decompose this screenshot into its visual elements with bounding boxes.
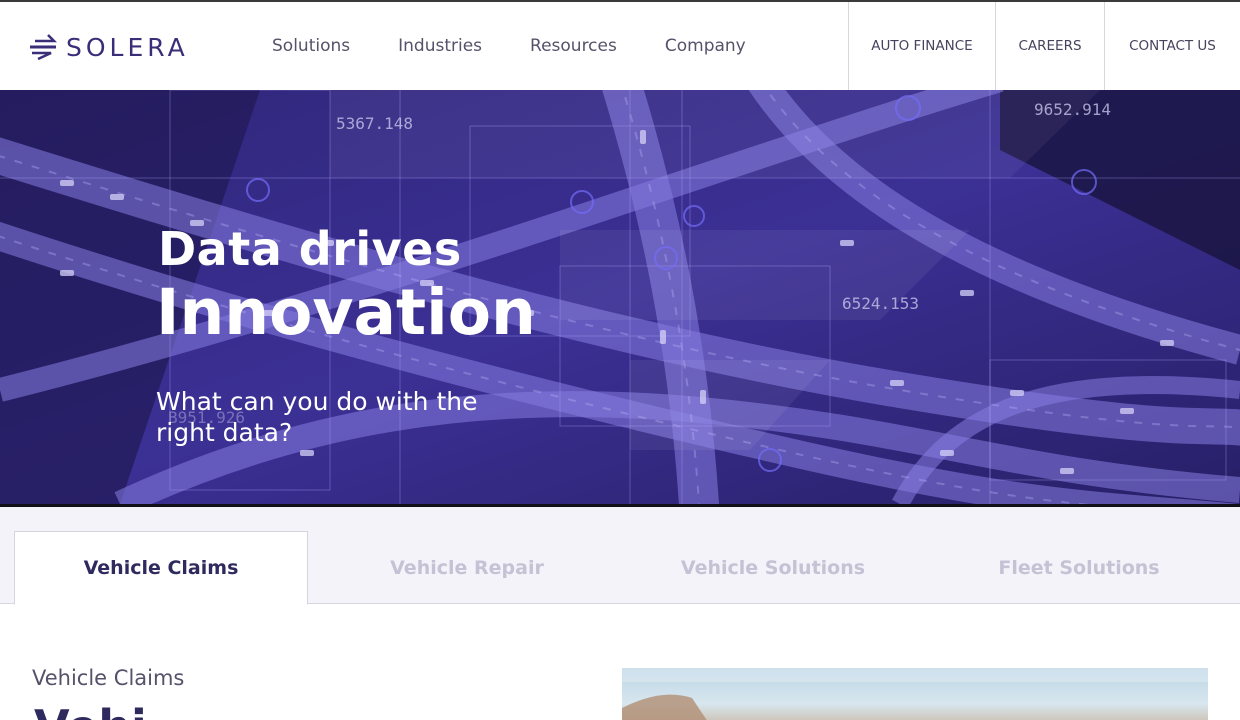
solera-logo-icon — [30, 34, 58, 60]
solera-logo[interactable]: SOLERA — [28, 32, 189, 62]
nav-solutions[interactable]: Solutions — [272, 36, 350, 56]
brand-name: SOLERA — [66, 32, 189, 62]
overlay-number: 9652.914 — [1034, 100, 1112, 119]
hero-banner: 5367.148 9652.914 6524.153 B951.926 Data… — [0, 90, 1240, 504]
tab-vehicle-claims[interactable]: Vehicle Claims — [14, 531, 308, 605]
nav-industries[interactable]: Industries — [398, 36, 482, 56]
nav-auto-finance[interactable]: AUTO FINANCE — [848, 2, 995, 90]
nav-company[interactable]: Company — [665, 36, 746, 56]
tab-vehicle-solutions[interactable]: Vehicle Solutions — [653, 531, 893, 604]
tab-fleet-solutions[interactable]: Fleet Solutions — [959, 531, 1199, 604]
section-label: Vehicle Claims — [32, 666, 185, 690]
nav-resources[interactable]: Resources — [530, 36, 617, 56]
main-navigation: Solutions Industries Resources Company — [272, 36, 794, 56]
hero-subtitle: What can you do with the right data? — [156, 387, 478, 447]
solutions-tabs: Vehicle Claims Vehicle Repair Vehicle So… — [0, 507, 1240, 605]
nav-careers[interactable]: CAREERS — [995, 2, 1104, 90]
tab-vehicle-repair[interactable]: Vehicle Repair — [347, 531, 587, 604]
site-header: SOLERA Solutions Industries Resources Co… — [0, 0, 1240, 90]
section-image — [622, 668, 1208, 720]
section-photo — [622, 668, 1208, 720]
hero-title-line-2: Innovation — [156, 276, 536, 349]
overlay-number: 5367.148 — [336, 114, 414, 133]
section-heading: Vehi — [34, 700, 147, 720]
nav-contact-us[interactable]: CONTACT US — [1104, 2, 1240, 90]
overlay-number: 6524.153 — [842, 294, 920, 313]
utility-navigation: AUTO FINANCE CAREERS CONTACT US — [848, 2, 1240, 90]
hero-title-line-1: Data drives — [158, 222, 462, 276]
